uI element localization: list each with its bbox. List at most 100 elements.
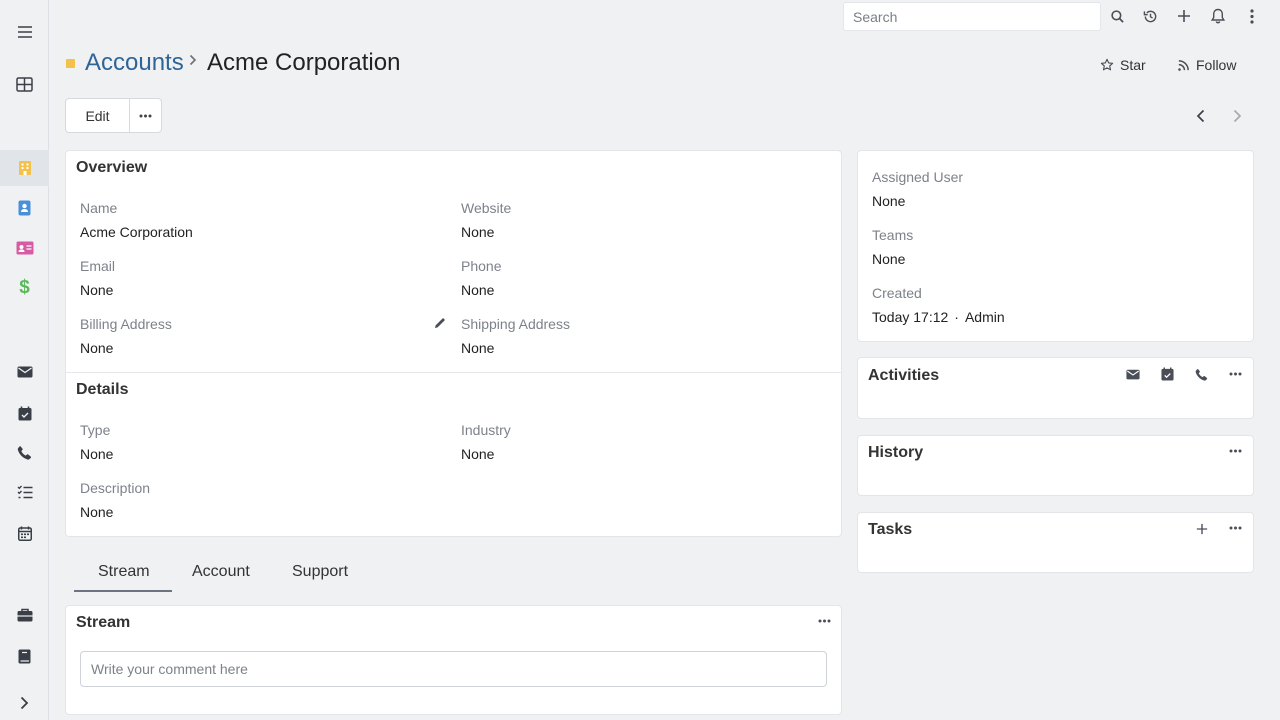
- calendar-icon: [17, 526, 32, 541]
- tasks-ellipsis-icon[interactable]: [1225, 518, 1245, 538]
- website-label: Website: [461, 200, 512, 216]
- more-actions-button[interactable]: [130, 99, 161, 132]
- tasks-title: Tasks: [868, 521, 913, 538]
- history-icon[interactable]: [1138, 5, 1162, 27]
- sidebar-item-leads[interactable]: [0, 230, 49, 266]
- sidebar-item-calls[interactable]: [0, 434, 49, 470]
- search-icon[interactable]: [1105, 5, 1129, 27]
- record-detail-panel: Overview Name Acme Corporation Website N…: [65, 150, 842, 537]
- star-button[interactable]: Star: [1100, 55, 1146, 75]
- website-value: None: [461, 224, 495, 240]
- breadcrumb-accounts-link[interactable]: Accounts: [85, 49, 184, 77]
- comment-input[interactable]: [80, 651, 827, 687]
- star-icon: [1100, 58, 1114, 72]
- sidebar-item-meetings[interactable]: [0, 395, 49, 431]
- sidebar-item-cases[interactable]: [0, 597, 49, 633]
- sidebar: $: [0, 0, 49, 720]
- history-ellipsis-icon[interactable]: [1225, 441, 1245, 461]
- sidebar-item-emails[interactable]: [0, 354, 49, 390]
- overview-title: Overview: [76, 159, 148, 176]
- hamburger-menu-icon[interactable]: [0, 14, 49, 50]
- activities-panel: Activities: [857, 357, 1254, 419]
- name-value: Acme Corporation: [80, 224, 193, 240]
- tasks-panel: Tasks: [857, 512, 1254, 573]
- created-by-link[interactable]: Admin: [965, 309, 1005, 325]
- meetings-calendar-check-icon: [18, 406, 32, 421]
- activities-ellipsis-icon[interactable]: [1225, 364, 1245, 384]
- created-separator: ·: [954, 309, 959, 325]
- email-value: None: [80, 282, 114, 298]
- teams-value: None: [872, 251, 906, 267]
- more-vertical-icon[interactable]: [1240, 5, 1264, 27]
- stream-title: Stream: [76, 614, 131, 631]
- tab-support[interactable]: Support: [292, 563, 348, 581]
- details-title: Details: [76, 381, 129, 398]
- created-label: Created: [872, 285, 922, 301]
- bell-icon[interactable]: [1206, 5, 1230, 27]
- leads-id-card-icon: [16, 241, 34, 255]
- accounts-color-badge: [66, 59, 75, 68]
- description-label: Description: [80, 480, 151, 496]
- page-title: Acme Corporation: [207, 49, 401, 76]
- contacts-icon: [18, 200, 31, 216]
- history-panel: History: [857, 435, 1254, 496]
- type-label: Type: [80, 422, 111, 438]
- search-input[interactable]: [843, 2, 1101, 31]
- opportunities-dollar-icon: $: [19, 277, 30, 298]
- knowledge-base-book-icon: [18, 649, 31, 664]
- sidebar-item-contacts[interactable]: [0, 190, 49, 226]
- edit-button[interactable]: Edit: [66, 99, 130, 132]
- star-label: Star: [1120, 57, 1146, 73]
- shipping-address-label: Shipping Address: [461, 316, 570, 332]
- history-title: History: [868, 444, 924, 461]
- pencil-icon[interactable]: [430, 313, 450, 333]
- phone-label: Phone: [461, 258, 502, 274]
- sidebar-item-tasks[interactable]: [0, 474, 49, 510]
- ellipsis-icon: [139, 114, 152, 118]
- compose-email-icon[interactable]: [1123, 364, 1143, 384]
- sidebar-item-knowledge-base[interactable]: [0, 638, 49, 674]
- sidebar-item-accounts[interactable]: [0, 150, 49, 186]
- log-call-icon[interactable]: [1191, 364, 1211, 384]
- email-label: Email: [80, 258, 116, 274]
- sidebar-item-opportunities[interactable]: $: [0, 270, 49, 306]
- shipping-address-value: None: [461, 340, 495, 356]
- industry-value: None: [461, 446, 495, 462]
- previous-record-button[interactable]: [1190, 106, 1210, 126]
- billing-address-label: Billing Address: [80, 316, 172, 332]
- chevron-left-icon: [1196, 109, 1205, 123]
- tasks-list-icon: [17, 485, 33, 499]
- section-divider: [66, 372, 841, 373]
- calls-phone-icon: [17, 445, 32, 460]
- rss-icon: [1177, 59, 1190, 72]
- expand-chevron-icon[interactable]: [0, 685, 49, 720]
- follow-label: Follow: [1196, 57, 1237, 73]
- name-label: Name: [80, 200, 118, 216]
- dashboard-grid-icon[interactable]: [0, 66, 49, 102]
- next-record-button[interactable]: [1227, 106, 1247, 126]
- tab-account[interactable]: Account: [192, 563, 250, 581]
- breadcrumb-chevron-icon: [189, 54, 197, 66]
- created-value: Today 17:12 · Admin: [872, 309, 1005, 325]
- chevron-right-icon: [1233, 109, 1242, 123]
- industry-label: Industry: [461, 422, 511, 438]
- schedule-meeting-icon[interactable]: [1157, 364, 1177, 384]
- cases-briefcase-icon: [17, 608, 33, 622]
- email-icon: [17, 366, 33, 378]
- stream-ellipsis-icon[interactable]: [814, 611, 834, 631]
- active-tab-indicator: [74, 590, 172, 592]
- add-task-plus-icon[interactable]: [1192, 519, 1212, 539]
- assigned-user-label: Assigned User: [872, 169, 964, 185]
- description-value: None: [80, 504, 114, 520]
- follow-button[interactable]: Follow: [1177, 55, 1236, 75]
- teams-label: Teams: [872, 227, 914, 243]
- phone-value: None: [461, 282, 495, 298]
- tab-stream[interactable]: Stream: [98, 563, 150, 581]
- assignment-panel: Assigned User None Teams None Created To…: [857, 150, 1254, 342]
- assigned-user-value: None: [872, 193, 906, 209]
- billing-address-value: None: [80, 340, 114, 356]
- record-action-group: Edit: [65, 98, 162, 133]
- plus-icon[interactable]: [1172, 5, 1196, 27]
- activities-title: Activities: [868, 367, 940, 384]
- sidebar-item-calendar[interactable]: [0, 515, 49, 551]
